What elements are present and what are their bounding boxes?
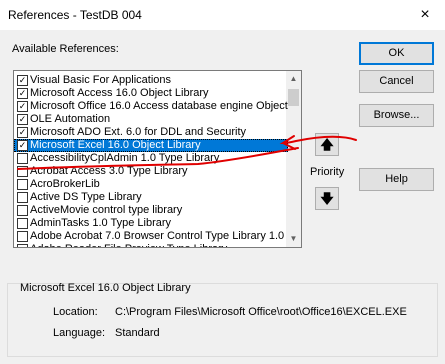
dialog-body: Available References: ▲ ▼ ✓ Visual Basic …: [0, 30, 445, 364]
checkbox-icon[interactable]: [17, 153, 28, 164]
reference-item[interactable]: ✓ Visual Basic For Applications: [14, 74, 288, 87]
help-button[interactable]: Help: [359, 168, 434, 191]
checkbox-icon[interactable]: [17, 192, 28, 203]
arrow-up-icon: 🡅: [320, 137, 334, 152]
ok-button[interactable]: OK: [359, 42, 434, 65]
checkbox-icon[interactable]: [17, 231, 28, 242]
close-icon[interactable]: ×: [414, 4, 436, 26]
window-title: References - TestDB 004: [8, 8, 142, 22]
reference-item[interactable]: ActiveMovie control type library: [14, 204, 288, 217]
checkbox-icon[interactable]: [17, 218, 28, 229]
location-value: C:\Program Files\Microsoft Office\root\O…: [115, 306, 407, 318]
priority-up-button[interactable]: 🡅: [315, 133, 339, 156]
selected-reference-title: Microsoft Excel 16.0 Object Library: [20, 282, 191, 294]
checkbox-icon[interactable]: [17, 205, 28, 216]
reference-item[interactable]: Active DS Type Library: [14, 191, 288, 204]
reference-item-label: ActiveMovie control type library: [30, 204, 183, 216]
reference-item-label: Microsoft Access 16.0 Object Library: [30, 87, 209, 99]
reference-item[interactable]: Adobe Reader File Preview Type Library: [14, 243, 288, 247]
arrow-down-icon: 🡇: [320, 191, 334, 206]
reference-item-label: Microsoft Excel 16.0 Object Library: [30, 139, 201, 151]
scroll-thumb[interactable]: [288, 89, 299, 106]
references-listbox[interactable]: ▲ ▼ ✓ Visual Basic For Applications ✓ Micro…: [13, 70, 302, 248]
checkbox-checked-icon[interactable]: ✓: [17, 101, 28, 112]
scroll-up-icon[interactable]: ▲: [286, 71, 301, 87]
checkbox-checked-icon[interactable]: ✓: [17, 140, 28, 151]
reference-item-label: Microsoft Office 16.0 Access database en…: [30, 100, 288, 112]
vertical-scrollbar[interactable]: ▲ ▼: [286, 71, 301, 247]
reference-item-label: Visual Basic For Applications: [30, 74, 172, 86]
reference-item-label: Adobe Acrobat 7.0 Browser Control Type L…: [30, 230, 285, 242]
available-references-label: Available References:: [12, 43, 119, 55]
checkbox-icon[interactable]: [17, 166, 28, 177]
reference-item[interactable]: Acrobat Access 3.0 Type Library: [14, 165, 288, 178]
priority-down-button[interactable]: 🡇: [315, 187, 339, 210]
reference-item[interactable]: AccessibilityCplAdmin 1.0 Type Library: [14, 152, 288, 165]
browse-button[interactable]: Browse...: [359, 104, 434, 127]
language-label: Language:: [53, 327, 105, 339]
reference-item-label: Active DS Type Library: [30, 191, 142, 203]
reference-item[interactable]: ✓ Microsoft Office 16.0 Access database e…: [14, 100, 288, 113]
reference-item-label: AcroBrokerLib: [30, 178, 100, 190]
title-bar: References - TestDB 004 ×: [0, 0, 445, 30]
checkbox-checked-icon[interactable]: ✓: [17, 114, 28, 125]
reference-item[interactable]: ✓ Microsoft Access 16.0 Object Library: [14, 87, 288, 100]
reference-item[interactable]: ✓ Microsoft ADO Ext. 6.0 for DDL and Secu…: [14, 126, 288, 139]
reference-item-label: AccessibilityCplAdmin 1.0 Type Library: [30, 152, 220, 164]
reference-item[interactable]: Adobe Acrobat 7.0 Browser Control Type L…: [14, 230, 288, 243]
selected-reference-group: [7, 283, 438, 357]
reference-item[interactable]: ✓ Microsoft Excel 16.0 Object Library: [14, 139, 288, 152]
checkbox-checked-icon[interactable]: ✓: [17, 88, 28, 99]
checkbox-icon[interactable]: [17, 179, 28, 190]
reference-item[interactable]: ✓ OLE Automation: [14, 113, 288, 126]
checkbox-checked-icon[interactable]: ✓: [17, 75, 28, 86]
reference-item-label: Microsoft ADO Ext. 6.0 for DDL and Secur…: [30, 126, 247, 138]
checkbox-icon[interactable]: [17, 244, 28, 247]
location-label: Location:: [53, 306, 98, 318]
reference-item[interactable]: AdminTasks 1.0 Type Library: [14, 217, 288, 230]
reference-item-label: Adobe Reader File Preview Type Library: [30, 243, 227, 247]
reference-item-label: OLE Automation: [30, 113, 111, 125]
reference-item-label: AdminTasks 1.0 Type Library: [30, 217, 172, 229]
checkbox-checked-icon[interactable]: ✓: [17, 127, 28, 138]
language-value: Standard: [115, 327, 160, 339]
reference-item-label: Acrobat Access 3.0 Type Library: [30, 165, 188, 177]
reference-item[interactable]: AcroBrokerLib: [14, 178, 288, 191]
priority-label: Priority: [310, 166, 345, 178]
scroll-down-icon[interactable]: ▼: [286, 231, 301, 247]
cancel-button[interactable]: Cancel: [359, 70, 434, 93]
